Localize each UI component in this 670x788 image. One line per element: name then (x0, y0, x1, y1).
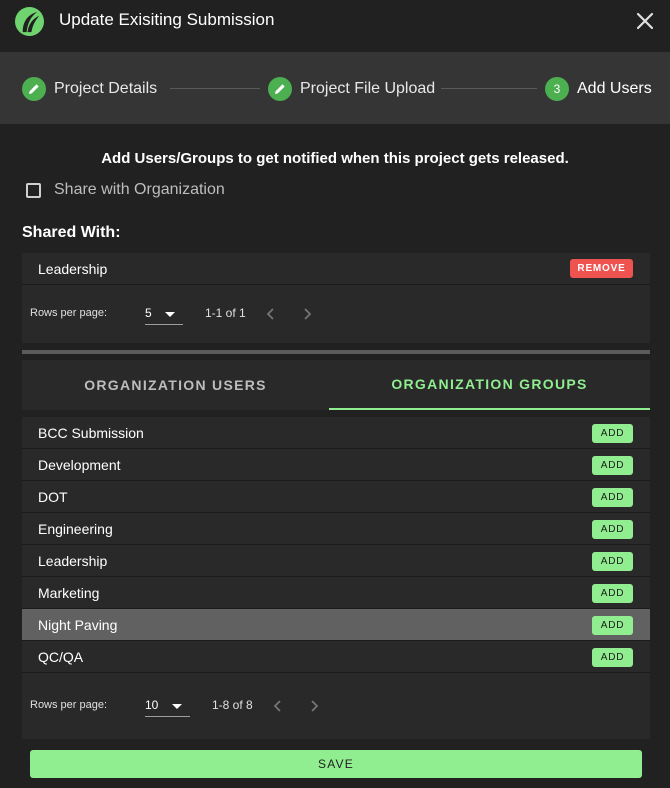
tab-organization-groups[interactable]: ORGANIZATION GROUPS (329, 360, 650, 410)
step-project-details[interactable]: Project Details (22, 76, 157, 102)
rows-per-page-value: 5 (145, 306, 152, 320)
share-organization-row[interactable]: Share with Organization (26, 181, 225, 199)
group-name: BCC Submission (38, 424, 144, 441)
close-icon[interactable] (634, 10, 656, 32)
step-connector (441, 88, 537, 89)
step-number-badge: 3 (545, 77, 569, 101)
rows-per-page-label: Rows per page: (30, 307, 108, 319)
step-connector (170, 88, 260, 89)
tab-organization-users[interactable]: ORGANIZATION USERS (22, 360, 329, 410)
add-button[interactable]: ADD (592, 456, 633, 475)
dialog-content: Add Users/Groups to get notified when th… (0, 124, 670, 788)
step-project-file-upload[interactable]: Project File Upload (268, 76, 435, 102)
leaf-logo-icon (14, 6, 45, 37)
shared-entity-name: Leadership (38, 260, 108, 277)
pagination: Rows per page: 10 1-8 of 8 (22, 673, 650, 739)
group-name: Night Paving (38, 616, 118, 633)
instructions-heading: Add Users/Groups to get notified when th… (101, 150, 569, 167)
table-row: BCC Submission ADD (22, 417, 650, 449)
step-label: Add Users (577, 80, 652, 97)
add-button[interactable]: ADD (592, 552, 633, 571)
add-button[interactable]: ADD (592, 616, 633, 635)
table-row: Leadership REMOVE (22, 253, 650, 285)
rows-per-page-value: 10 (145, 698, 159, 712)
add-button[interactable]: ADD (592, 648, 633, 667)
dialog-title: Update Exisiting Submission (59, 10, 275, 29)
shared-with-table: Leadership REMOVE Rows per page: 5 1-1 o… (22, 253, 650, 343)
save-button[interactable]: SAVE (30, 750, 642, 778)
pagination: Rows per page: 5 1-1 of 1 (22, 285, 650, 343)
group-name: Leadership (38, 552, 108, 569)
add-button[interactable]: ADD (592, 584, 633, 603)
pencil-icon (268, 77, 292, 101)
pencil-icon (22, 77, 46, 101)
pagination-range: 1-8 of 8 (212, 698, 253, 712)
chevron-left-icon[interactable] (271, 699, 285, 713)
section-divider (22, 350, 650, 354)
table-row: Marketing ADD (22, 577, 650, 609)
rows-per-page-select[interactable]: 10 (145, 695, 190, 717)
group-name: QC/QA (38, 648, 84, 665)
remove-button[interactable]: REMOVE (570, 259, 633, 278)
table-row: Development ADD (22, 449, 650, 481)
pagination-range: 1-1 of 1 (205, 306, 246, 320)
chevron-left-icon[interactable] (264, 307, 278, 321)
add-button[interactable]: ADD (592, 520, 633, 539)
table-row: Engineering ADD (22, 513, 650, 545)
share-organization-label: Share with Organization (54, 181, 225, 198)
organization-groups-table: BCC Submission ADD Development ADD DOT A… (22, 417, 650, 739)
step-label: Project File Upload (300, 80, 436, 97)
table-row: DOT ADD (22, 481, 650, 513)
dialog-titlebar: Update Exisiting Submission (0, 0, 670, 52)
group-name: Engineering (38, 520, 113, 537)
chevron-right-icon[interactable] (300, 307, 314, 321)
table-row: Leadership ADD (22, 545, 650, 577)
add-button[interactable]: ADD (592, 488, 633, 507)
step-add-users[interactable]: 3 Add Users (545, 76, 652, 102)
shared-with-title: Shared With: (22, 224, 121, 241)
add-button[interactable]: ADD (592, 424, 633, 443)
caret-down-icon (165, 312, 175, 317)
group-name: DOT (38, 488, 68, 505)
rows-per-page-select[interactable]: 5 (145, 303, 183, 325)
organization-tabs: ORGANIZATION USERS ORGANIZATION GROUPS (22, 360, 650, 410)
caret-down-icon (172, 704, 182, 709)
progress-stepper: Project Details Project File Upload 3 Ad… (0, 52, 670, 124)
step-label: Project Details (54, 80, 158, 97)
table-row: QC/QA ADD (22, 641, 650, 673)
share-organization-checkbox[interactable] (26, 182, 41, 198)
table-row-hovered: Night Paving ADD (22, 609, 650, 641)
group-name: Marketing (38, 584, 100, 601)
group-name: Development (38, 456, 121, 473)
rows-per-page-label: Rows per page: (30, 699, 108, 711)
chevron-right-icon[interactable] (307, 699, 321, 713)
